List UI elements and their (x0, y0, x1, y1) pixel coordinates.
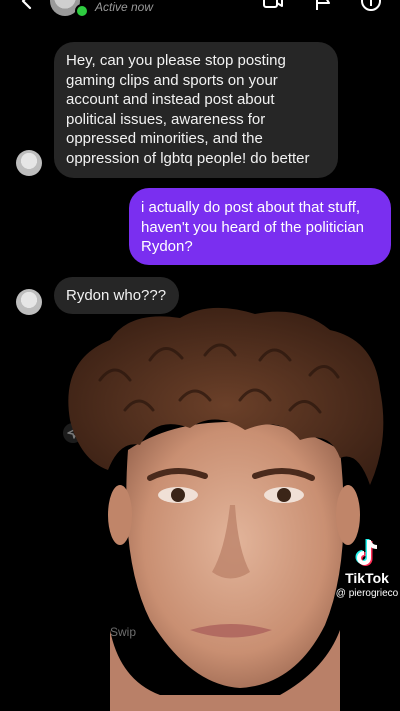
incoming-message[interactable]: Hey, can you please stop posting gaming … (54, 42, 338, 178)
flag-icon[interactable] (312, 0, 334, 12)
sender-avatar[interactable] (16, 150, 42, 176)
online-indicator (75, 4, 89, 18)
face-overlay-image (68, 307, 384, 711)
tiktok-logo-icon (355, 539, 378, 566)
video-call-icon[interactable] (262, 0, 284, 12)
sender-avatar[interactable] (16, 289, 42, 315)
outgoing-message[interactable]: i actually do post about that stuff, hav… (129, 188, 391, 265)
dm-screen: Active now Hey, can you please stop post… (0, 0, 400, 711)
back-arrow-icon[interactable] (18, 0, 36, 10)
tiktok-brand: TikTok (345, 570, 389, 586)
creator-username: @ pierogrieco (335, 588, 399, 599)
active-status: Active now (95, 0, 154, 14)
info-icon[interactable] (360, 0, 382, 12)
chat-header: Active now (0, 0, 400, 22)
tiktok-watermark: TikTok @ pierogrieco (334, 538, 400, 599)
